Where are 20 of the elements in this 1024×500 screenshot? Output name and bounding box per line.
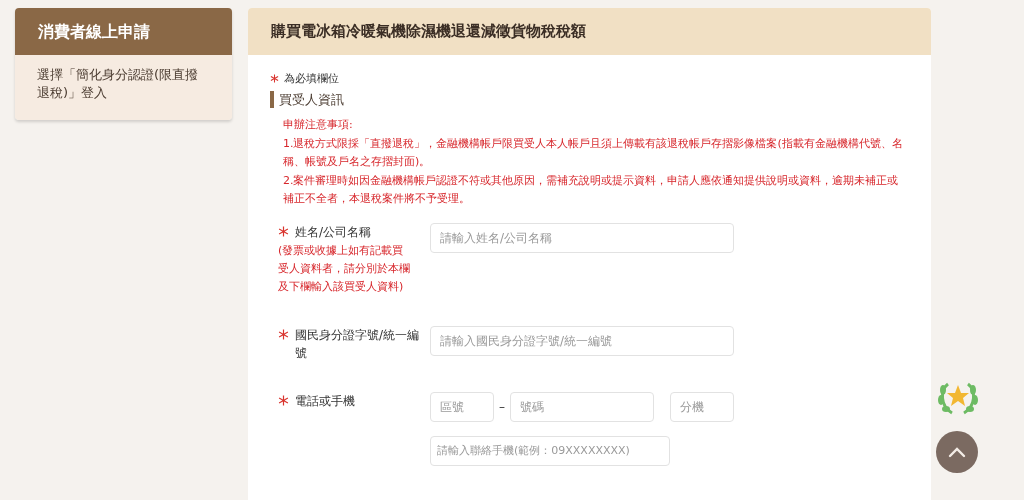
notice-text: 1.退稅方式限採「直撥退稅」，金融機構帳戶限買受人本人帳戶且須上傳載有該退稅帳戶存摺影像檔案(指載有金融機構代號、名稱、帳號及戶名之存摺封面)。 xyxy=(283,135,904,170)
sidebar-title: 消費者線上申請 xyxy=(15,8,232,55)
field-label: 姓名/公司名稱 xyxy=(295,223,373,241)
input-field[interactable]: 請輸入國民身分證字號/統一編號 xyxy=(430,325,734,356)
section-heading: 買受人資訊 xyxy=(270,91,907,108)
notice-title: 申辦注意事項: xyxy=(283,117,354,133)
field-label: 國民身分證字號/統一編號 xyxy=(295,326,421,362)
extension-field[interactable]: 分機 xyxy=(670,391,734,422)
page-title: 購買電冰箱冷暖氣機除濕機退還減徵貨物稅稅額 xyxy=(248,8,931,55)
field-note: (發票或收據上如有記載買受人資料者，請分別於本欄及下欄輸入該買受人資料) xyxy=(278,242,411,295)
phone-number-field[interactable]: 號碼 xyxy=(510,391,654,422)
back-to-top-button[interactable] xyxy=(936,431,978,473)
required-icon xyxy=(270,74,279,83)
input-field[interactable]: 請輸入姓名/公司名稱 xyxy=(430,222,734,253)
field-label: 電話或手機 xyxy=(295,392,356,410)
notice-text: 2.案件審理時如因金融機構帳戶認證不符或其他原因，需補充說明或提示資料，申請人應依通知提供說明或資料，逾期未補正或補正不全者，本退稅案件將不予受理。 xyxy=(283,172,900,207)
area-code-field[interactable]: 區號 xyxy=(430,391,494,422)
mobile-field[interactable]: 請輸入聯絡手機(範例：09XXXXXXXX) xyxy=(430,435,670,466)
required-note: 為必填欄位 xyxy=(284,71,339,86)
dash-separator: – xyxy=(498,399,506,414)
